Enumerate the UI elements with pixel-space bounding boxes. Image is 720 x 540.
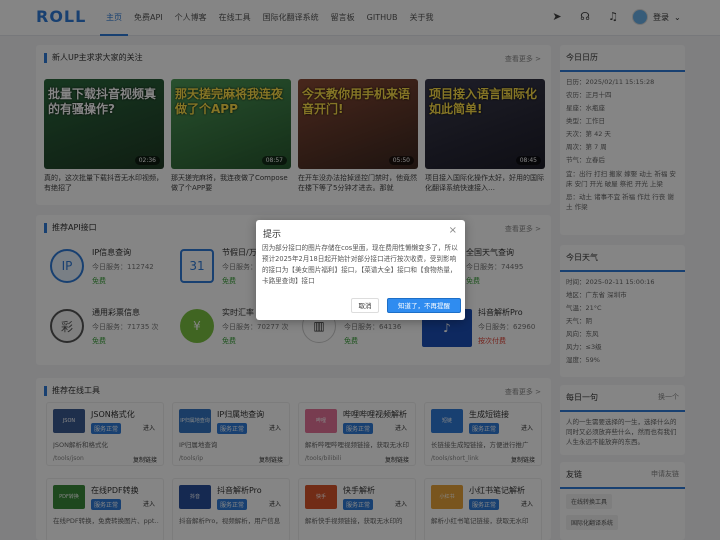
dialog-title: 提示 [263, 230, 282, 240]
dismiss-forever-button[interactable]: 知道了，不再提醒 [387, 298, 461, 313]
cancel-button[interactable]: 取消 [351, 298, 379, 313]
notice-dialog: 提示 × 因为部分接口的图片存储在cos里面，现在费用性懒懒变多了，所以预计20… [256, 220, 465, 320]
dialog-body: 因为部分接口的图片存储在cos里面，现在费用性懒懒变多了，所以预计2025年2月… [262, 244, 458, 285]
close-icon[interactable]: × [449, 225, 457, 236]
